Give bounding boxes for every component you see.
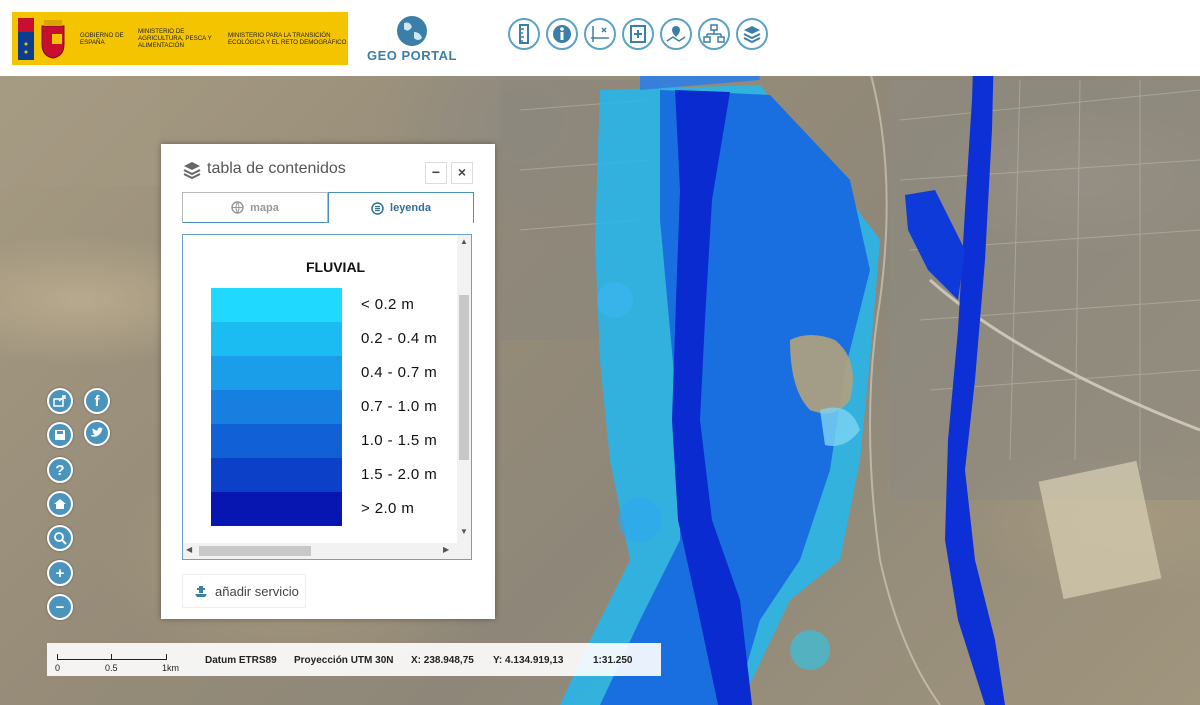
bookmark-icon[interactable] [622,18,654,50]
add-service-button[interactable]: añadir servicio [182,574,306,608]
scale-bar [57,649,167,660]
layers-icon[interactable] [736,18,768,50]
legend-swatch [211,288,342,322]
info-icon[interactable] [546,18,578,50]
globe-icon [397,16,427,46]
header-bar: GOBIERNO DE ESPAÑA MINISTERIO DE AGRICUL… [0,0,1200,76]
tab-leyenda-label: leyenda [390,202,431,214]
share-icon[interactable] [47,388,73,414]
map-location-icon[interactable] [660,18,692,50]
horizontal-scroll-thumb[interactable] [199,546,311,556]
add-service-icon [195,586,207,597]
legend-swatch [211,424,342,458]
government-label: GOBIERNO DE ESPAÑA [80,31,124,46]
legend-content: FLUVIAL < 0.2 m 0.2 - 0.4 m 0.4 - 0.7 m 0.7… [182,234,472,560]
save-icon[interactable] [47,422,73,448]
spain-shield-icon [12,12,76,65]
legend-swatch [211,390,342,424]
legend-item-label: 0.4 - 0.7 m [361,364,438,381]
scale-label-mid: 0.5 [105,663,118,673]
sitemap-icon[interactable] [698,18,730,50]
panel-title: tabla de contenidos [207,160,346,177]
minimize-button[interactable]: − [425,162,447,184]
legend-item-label: > 2.0 m [361,500,415,517]
ministry-ecology-label: MINISTERIO PARA LA TRANSICIÓN ECOLÓGICA … [228,31,347,46]
coordinates-icon[interactable] [584,18,616,50]
help-icon[interactable]: ? [47,457,73,483]
status-bar: 0 0.5 1km Datum ETRS89 Proyección UTM 30… [47,643,661,676]
vertical-scroll-thumb[interactable] [459,295,469,460]
legend-swatch [211,356,342,390]
legend-labels: < 0.2 m 0.2 - 0.4 m 0.4 - 0.7 m 0.7 - 1.0 m… [361,288,437,526]
zoom-out-icon[interactable]: − [47,594,73,620]
legend-swatch [211,492,342,526]
scale-label-end: 1km [162,663,180,673]
legend-title: FLUVIAL [306,259,366,275]
add-service-label: añadir servicio [215,583,299,599]
geo-portal-title: GEO PORTAL [367,48,457,63]
close-button[interactable]: × [451,162,473,184]
globe-icon [231,201,244,214]
zoom-box-icon[interactable] [47,525,73,551]
datum-label: Datum ETRS89 [205,655,277,666]
legend-item-label: 0.7 - 1.0 m [361,398,438,415]
map-scale: 1:31.250 [593,655,633,666]
scroll-down-arrow-icon[interactable]: ▼ [457,527,471,536]
geo-portal-logo[interactable]: GEO PORTAL [362,14,462,68]
scroll-right-arrow-icon[interactable]: ▶ [443,545,449,554]
facebook-icon[interactable]: f [84,388,110,414]
home-icon[interactable] [47,491,73,517]
projection-label: Proyección UTM 30N [294,655,394,666]
x-coordinate: X: 238.948,75 [411,655,474,666]
government-logo: GOBIERNO DE ESPAÑA MINISTERIO DE AGRICUL… [12,12,348,65]
legend-item-label: < 0.2 m [361,296,415,313]
table-of-contents-panel: tabla de contenidos − × mapa leyenda FLU… [161,144,495,619]
legend-item-label: 1.0 - 1.5 m [361,432,438,449]
scroll-left-arrow-icon[interactable]: ◀ [186,545,192,554]
zoom-in-icon[interactable]: + [47,560,73,586]
legend-icon [371,201,384,215]
ministry-agriculture-label: MINISTERIO DE AGRICULTURA, PESCA Y ALIME… [138,28,212,49]
legend-swatch [211,322,342,356]
legend-color-ramp [211,288,342,526]
horizontal-scrollbar[interactable]: ◀ ▶ [183,543,471,559]
layers-icon [183,162,201,180]
tab-mapa-label: mapa [250,201,279,214]
legend-item-label: 0.2 - 0.4 m [361,330,438,347]
main-toolbar [508,18,768,50]
tab-mapa[interactable]: mapa [182,192,328,223]
legend-swatch [211,458,342,492]
scroll-up-arrow-icon[interactable]: ▲ [457,237,471,246]
vertical-scrollbar[interactable]: ▲ ▼ [457,235,471,545]
tab-leyenda[interactable]: leyenda [328,192,474,223]
scale-label-start: 0 [55,663,61,673]
y-coordinate: Y: 4.134.919,13 [493,655,564,666]
twitter-icon[interactable] [84,420,110,446]
ruler-icon[interactable] [508,18,540,50]
legend-item-label: 1.5 - 2.0 m [361,466,438,483]
panel-tabs: mapa leyenda [182,192,474,223]
